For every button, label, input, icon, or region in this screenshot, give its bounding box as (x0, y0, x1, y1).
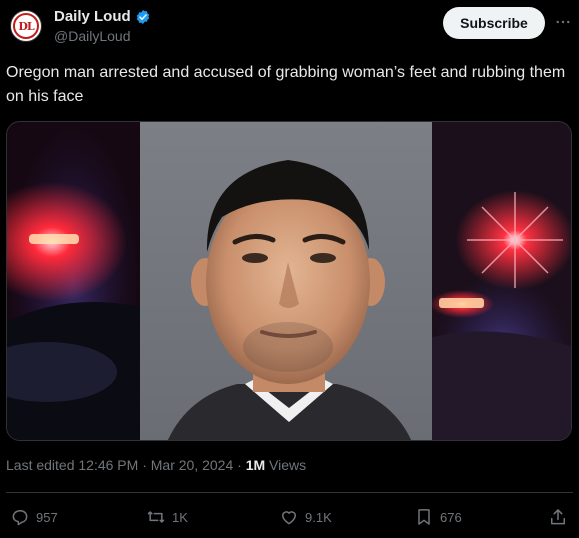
bookmark-count: 676 (440, 509, 462, 525)
reply-icon (12, 510, 28, 526)
tweet-header: DL Daily Loud @DailyLoud Subscribe (0, 0, 579, 56)
author-name-row: Daily Loud (54, 8, 151, 25)
action-bar: 957 1K 9.1K 676 (0, 503, 579, 533)
avatar-ring: DL (13, 13, 39, 39)
avatar-monogram: DL (18, 19, 34, 33)
divider (6, 492, 573, 493)
avatar[interactable]: DL (10, 10, 42, 42)
author-name[interactable]: Daily Loud (54, 8, 131, 25)
share-icon (551, 509, 565, 525)
tweet-text: Oregon man arrested and accused of grabb… (6, 64, 566, 105)
share-button[interactable] (548, 503, 568, 531)
repost-count: 1K (172, 509, 188, 525)
subscribe-button[interactable]: Subscribe (443, 7, 545, 39)
views-label: Views (265, 457, 307, 473)
verified-badge-icon (136, 9, 149, 24)
tweet-meta: Last edited 12:46 PM · Mar 20, 2024 · 1M… (6, 457, 306, 473)
bookmark-icon (418, 509, 430, 525)
heart-icon (282, 511, 296, 525)
reply-button[interactable]: 957 (10, 503, 58, 531)
author-handle[interactable]: @DailyLoud (54, 28, 130, 44)
like-count: 9.1K (305, 509, 332, 525)
reply-count: 957 (36, 509, 58, 525)
more-options-icon[interactable] (553, 12, 573, 32)
mugshot-police-lights-image (7, 122, 571, 440)
repost-icon (147, 511, 165, 523)
tweet-media-image[interactable] (6, 121, 572, 441)
bookmark-button[interactable]: 676 (414, 503, 462, 531)
edited-timestamp[interactable]: Last edited 12:46 PM · Mar 20, 2024 · (6, 457, 246, 473)
like-button[interactable]: 9.1K (279, 503, 332, 531)
repost-button[interactable]: 1K (146, 503, 188, 531)
views-count: 1M (245, 457, 266, 473)
